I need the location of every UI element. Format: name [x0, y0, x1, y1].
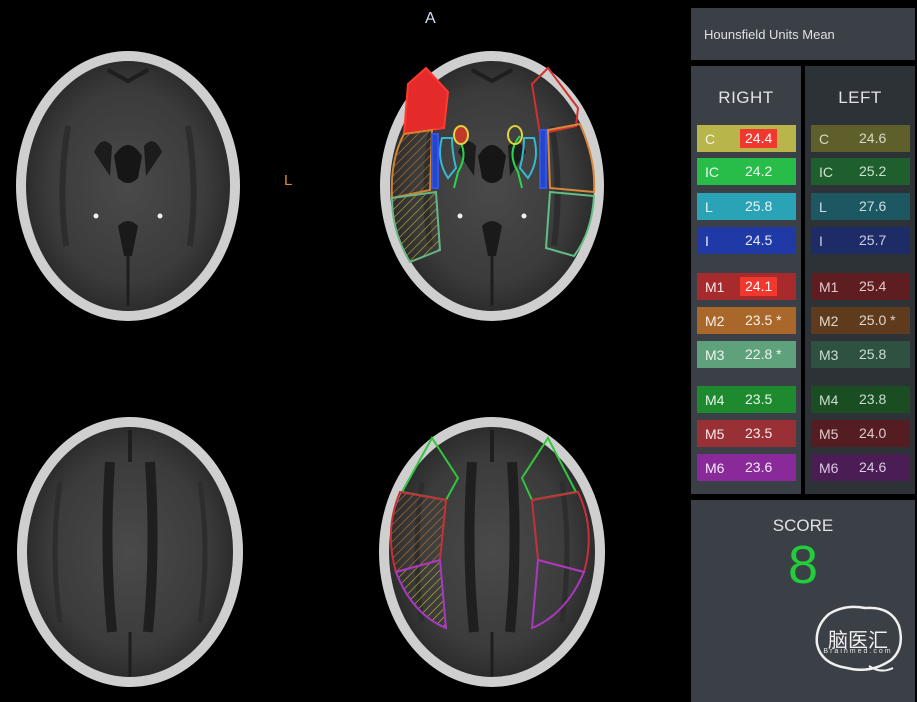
left-row-m6: M6 24.6 [811, 454, 910, 481]
hu-value: 25.7 [859, 232, 887, 248]
region-label: M6 [705, 459, 725, 476]
region-label: M2 [819, 312, 839, 329]
region-label: L [705, 198, 713, 215]
slice-supraganglia-plain [17, 417, 243, 687]
hu-value: 25.4 [859, 278, 887, 294]
right-row-m1: M1 24.1 [697, 273, 796, 300]
left-row-ic: IC 25.2 [811, 158, 910, 185]
orientation-label-anterior: A [425, 10, 436, 27]
region-label: M2 [705, 312, 725, 329]
right-row-ic: IC 24.2 [697, 158, 796, 185]
region-label: IC [819, 163, 833, 180]
hu-value: 24.6 [859, 130, 887, 146]
hu-value: 23.5 [745, 391, 773, 407]
score-box: SCORE 8 脑医汇 Brainmed.com [691, 500, 915, 702]
region-label: M1 [819, 278, 839, 295]
region-label: M1 [705, 278, 725, 295]
ct-image-viewer[interactable]: A L [0, 0, 688, 702]
orientation-label-left: L [284, 172, 293, 189]
right-header: RIGHT [718, 88, 774, 107]
right-row-i: I 24.5 [697, 227, 796, 254]
hu-value: 23.8 [859, 391, 887, 407]
left-row-m1: M1 25.4 [811, 273, 910, 300]
ct-slices [0, 0, 688, 702]
hu-value: 23.5 * [745, 312, 782, 328]
left-row-m3: M3 25.8 [811, 341, 910, 368]
right-row-c: C 24.4 [697, 125, 796, 152]
right-row-m6: M6 23.6 [697, 454, 796, 481]
region-label: L [819, 198, 827, 215]
region-label: M3 [705, 346, 725, 363]
hu-value: 23.5 [745, 425, 773, 441]
hu-value: 23.6 [745, 459, 773, 475]
right-row-l: L 25.8 [697, 193, 796, 220]
region-label: IC [705, 163, 719, 180]
left-header: LEFT [838, 88, 882, 107]
region-label: M3 [819, 346, 839, 363]
left-row-c: C 24.6 [811, 125, 910, 152]
region-label: C [819, 130, 830, 147]
hu-value: 24.2 [745, 163, 773, 179]
left-row-m2: M2 25.0 * [811, 307, 910, 334]
region-label: I [819, 232, 823, 249]
right-row-m3: M3 22.8 * [697, 341, 796, 368]
hu-value: 24.6 [859, 459, 887, 475]
hu-value: 24.0 [859, 425, 887, 441]
right-row-m2: M2 23.5 * [697, 307, 796, 334]
region-label: M5 [705, 425, 725, 442]
region-label: I [705, 232, 709, 249]
hu-value: 25.8 [859, 346, 887, 362]
region-label: M6 [819, 459, 839, 476]
slice-ganglia-plain [16, 51, 240, 321]
left-row-m5: M5 24.0 [811, 420, 910, 447]
left-hemisphere-column: LEFT C 24.6 IC 25.2 L 27.6 I 25.7 M1 25.4 M2 25.0 *… [805, 66, 915, 494]
brand-logo: 脑医汇 Brainmed.com [809, 602, 907, 676]
right-hemisphere-column: RIGHT C 24.4 IC 24.2 L 25.8 I 24.5 M1 24.1 M2 23.5 … [691, 66, 801, 494]
brand-subtitle: Brainmed.com [823, 648, 893, 655]
hu-value: 25.0 * [859, 312, 896, 328]
left-row-m4: M4 23.8 [811, 386, 910, 413]
left-row-l: L 27.6 [811, 193, 910, 220]
hu-value: 24.4 [740, 129, 778, 148]
region-label: M4 [705, 391, 725, 408]
panel-title: Hounsfield Units Mean [704, 26, 835, 42]
right-row-m4: M4 23.5 [697, 386, 796, 413]
panel-title-box: Hounsfield Units Mean [691, 8, 915, 60]
score-label: SCORE [772, 516, 834, 535]
region-label: M4 [819, 391, 839, 408]
right-row-m5: M5 23.5 [697, 420, 796, 447]
left-row-i: I 25.7 [811, 227, 910, 254]
hu-value: 25.2 [859, 163, 887, 179]
score-value: 8 [787, 535, 819, 595]
results-panel: Hounsfield Units Mean RIGHT C 24.4 IC 24.2 L… [688, 0, 917, 702]
hu-value: 24.1 [740, 277, 778, 296]
region-label: M5 [819, 425, 839, 442]
region-label: C [705, 130, 716, 147]
hu-value: 25.8 [745, 198, 773, 214]
hu-value: 22.8 * [745, 346, 782, 362]
hu-value: 24.5 [745, 232, 773, 248]
hu-value: 27.6 [859, 198, 887, 214]
